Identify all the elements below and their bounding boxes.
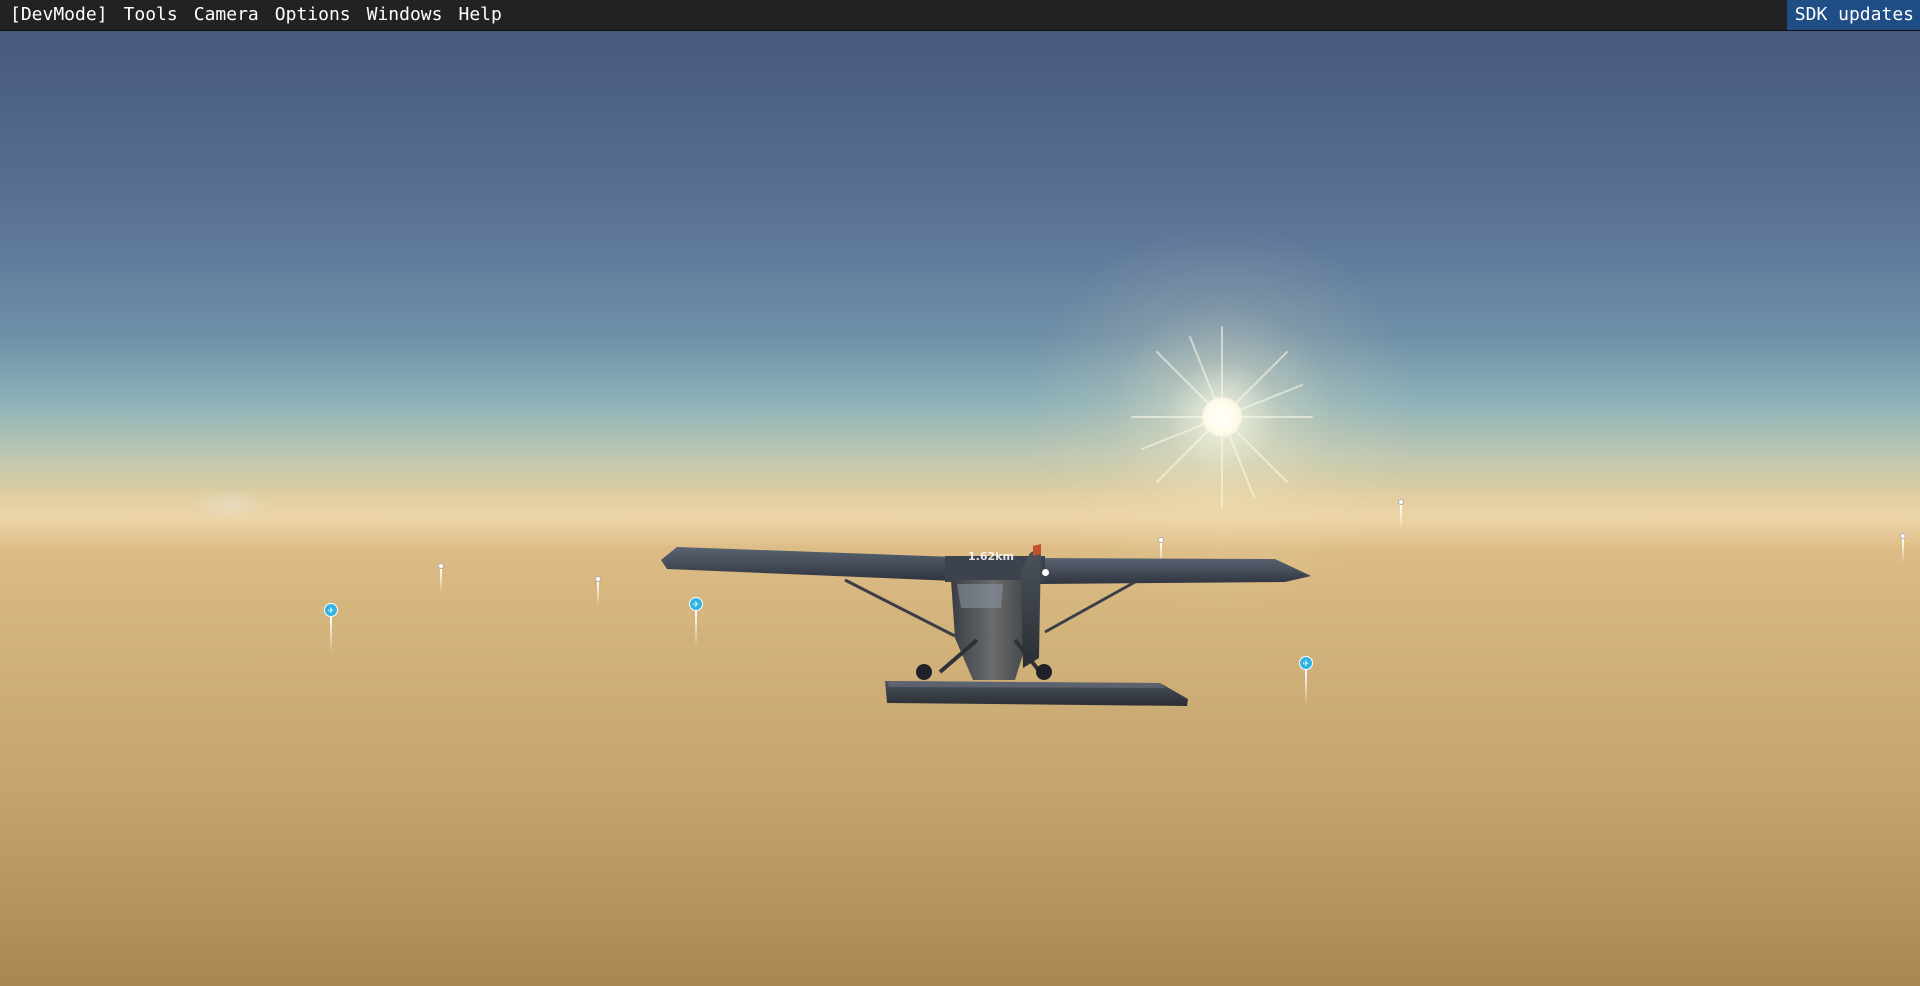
vertical-stabilizer <box>1021 547 1041 668</box>
cloud-layer-horizon <box>0 488 1920 548</box>
simulator-viewport[interactable]: ✈ ✈ ✈ 1.62km <box>0 0 1920 986</box>
pin-stem <box>330 617 332 653</box>
left-wing <box>661 547 955 581</box>
menu-help[interactable]: Help <box>450 0 509 30</box>
menu-devmode[interactable]: [DevMode] <box>0 0 116 30</box>
right-wing <box>1040 558 1311 584</box>
waypoint-marker-2[interactable] <box>593 576 603 612</box>
right-strut <box>1044 580 1136 634</box>
menu-tools[interactable]: Tools <box>116 0 186 30</box>
waypoint-stem <box>1400 505 1402 529</box>
aircraft-marker-icon <box>1042 569 1049 576</box>
sun <box>1202 397 1242 437</box>
left-wheel <box>916 664 932 680</box>
right-wheel <box>1036 664 1052 680</box>
waypoint-marker-1[interactable] <box>436 563 446 599</box>
waypoint-marker-4[interactable] <box>1396 499 1406 535</box>
aircraft-distance-label: 1.62km <box>968 550 1014 563</box>
poi-marker-airport-1[interactable]: ✈ <box>322 603 340 653</box>
menu-options[interactable]: Options <box>267 0 359 30</box>
tail-beacon <box>1033 544 1041 556</box>
menu-windows[interactable]: Windows <box>359 0 451 30</box>
sdk-updates-button[interactable]: SDK updates <box>1786 0 1920 30</box>
devmode-menubar: [DevMode] Tools Camera Options Windows H… <box>0 0 1920 31</box>
waypoint-stem <box>597 582 599 606</box>
waypoint-stem <box>440 569 442 593</box>
waypoint-marker-5[interactable] <box>1898 533 1908 569</box>
aircraft[interactable] <box>655 540 1315 715</box>
waypoint-stem <box>1902 539 1904 563</box>
airport-pin-icon: ✈ <box>324 603 338 617</box>
left-strut <box>844 578 956 638</box>
rear-window <box>957 584 1003 608</box>
cloud-puff <box>190 488 270 522</box>
menu-camera[interactable]: Camera <box>186 0 267 30</box>
